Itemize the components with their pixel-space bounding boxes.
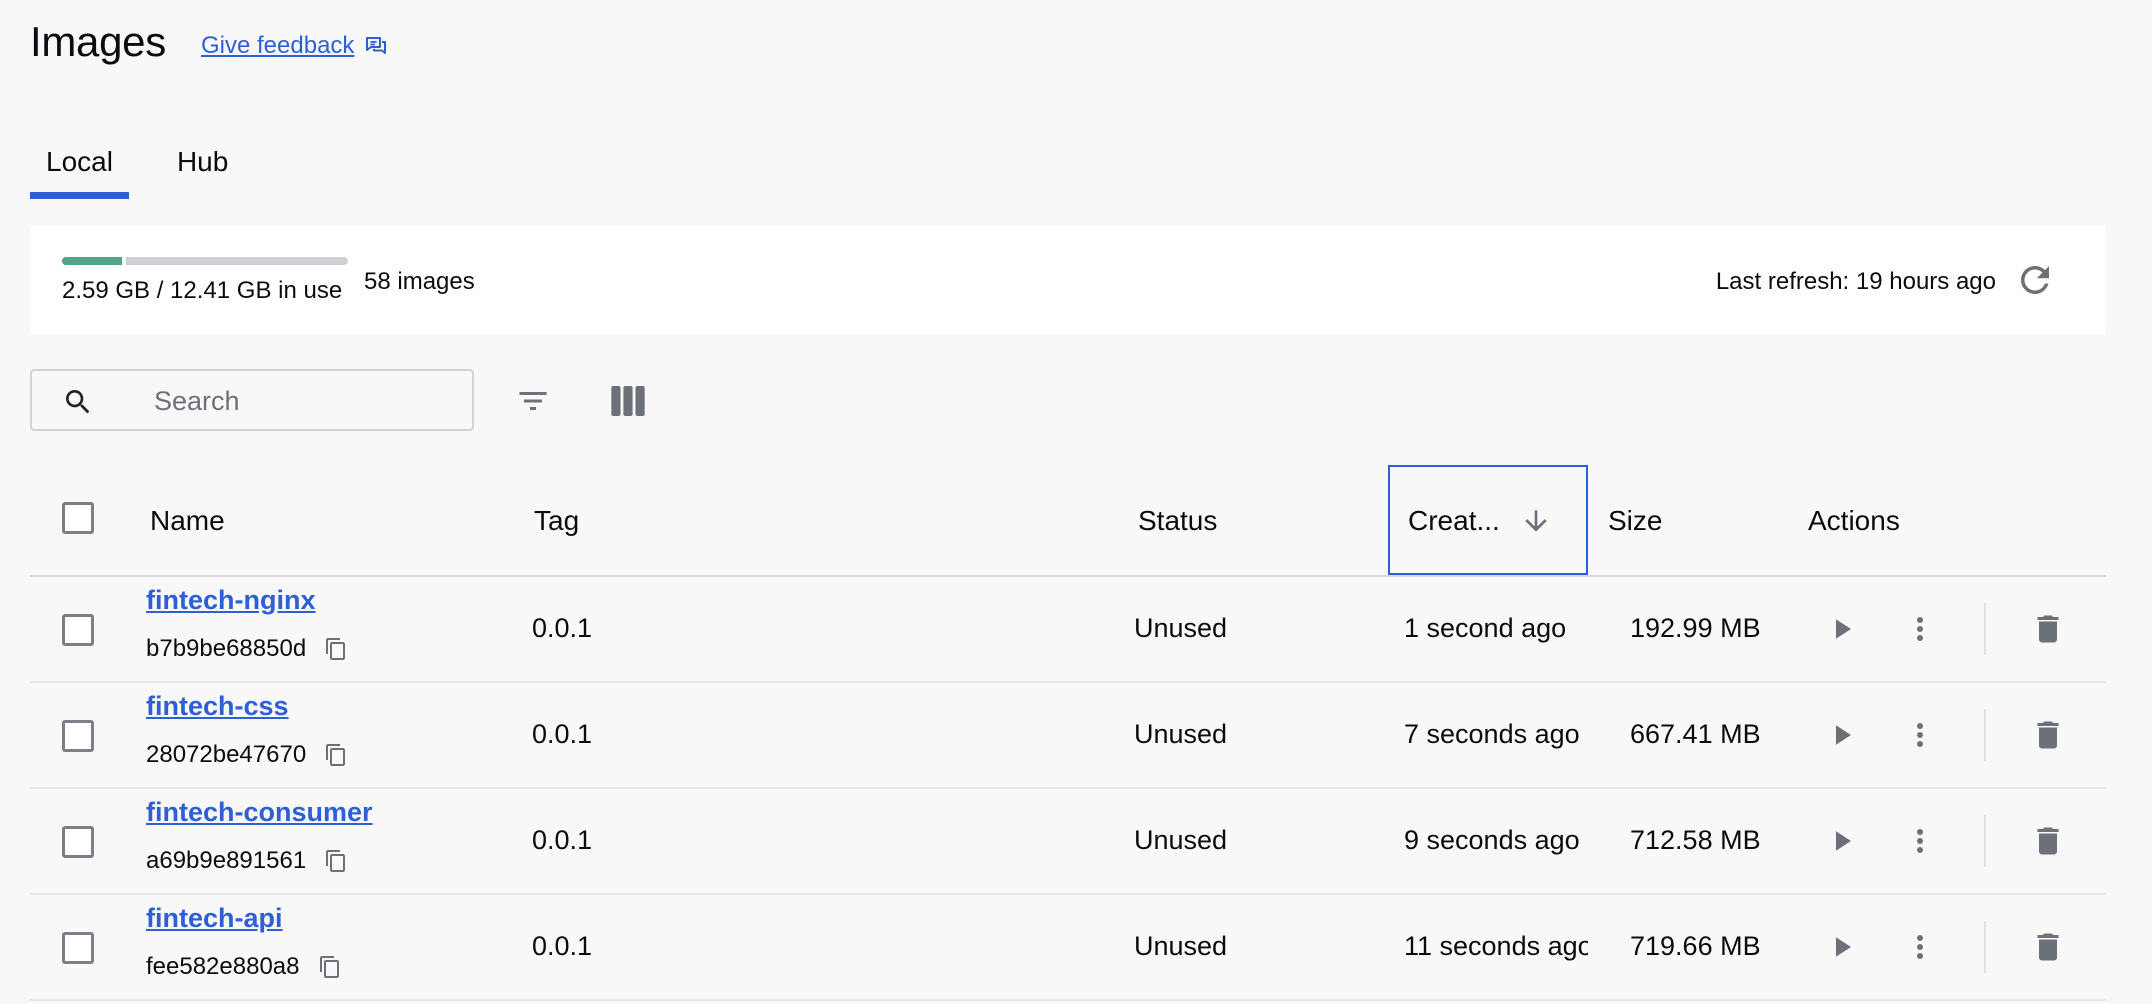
image-name-link[interactable]: fintech-api [146,903,283,934]
image-id-text: a69b9e891561 [146,847,307,874]
trash-icon[interactable] [2030,611,2066,647]
table-row: fintech-api fee582e880a8 0.0.1 Unused 11… [30,895,2106,1001]
trash-icon[interactable] [2030,929,2066,965]
row-checkbox[interactable] [62,826,94,858]
give-feedback-link[interactable]: Give feedback [201,32,388,60]
image-created: 9 seconds ago [1404,825,1580,855]
image-id: 28072be47670 [146,741,348,769]
image-status: Unused [1134,719,1228,749]
tab-hub[interactable]: Hub [161,136,244,199]
image-id-text: b7b9be68850d [146,635,307,662]
more-vertical-icon[interactable] [1902,611,1938,647]
actions-divider [1984,709,1986,761]
image-status: Unused [1134,825,1228,855]
arrow-down-icon [1525,510,1547,532]
image-id: b7b9be68850d [146,635,348,663]
select-all-checkbox[interactable] [62,502,94,534]
table-row: fintech-consumer a69b9e891561 0.0.1 Unus… [30,789,2106,895]
row-checkbox[interactable] [62,614,94,646]
play-icon[interactable] [1824,717,1860,753]
images-table: Name Tag Status Creat... Size Actions fi… [30,465,2106,1001]
image-size: 719.66 MB [1630,931,1761,961]
actions-divider [1984,921,1986,973]
image-size: 667.41 MB [1630,719,1761,749]
copy-icon[interactable] [324,743,348,767]
image-tag: 0.0.1 [532,931,593,961]
image-tag: 0.0.1 [532,719,593,749]
actions-divider [1984,815,1986,867]
trash-icon[interactable] [2030,717,2066,753]
image-created: 7 seconds ago [1404,719,1580,749]
play-icon[interactable] [1824,823,1860,859]
image-id: a69b9e891561 [146,847,348,875]
column-header-status[interactable]: Status [1138,505,1217,537]
search-icon [66,390,90,414]
image-name-link[interactable]: fintech-consumer [146,797,373,828]
table-header: Name Tag Status Creat... Size Actions [30,465,2106,577]
play-icon[interactable] [1824,929,1860,965]
image-id-text: fee582e880a8 [146,953,300,980]
play-icon[interactable] [1824,611,1860,647]
image-created: 11 seconds ago [1404,931,1588,961]
disk-usage-bar [62,257,348,265]
image-tag: 0.0.1 [532,613,593,643]
refresh-icon[interactable] [2014,259,2056,301]
columns-icon[interactable] [606,381,650,421]
page-title: Images [30,18,166,65]
give-feedback-label: Give feedback [201,32,355,59]
feedback-icon [366,37,387,54]
copy-icon[interactable] [324,637,348,661]
image-status: Unused [1134,931,1228,961]
image-name-link[interactable]: fintech-nginx [146,585,316,616]
column-header-created-label: Creat... [1408,505,1500,536]
disk-usage-card: 2.59 GB / 12.41 GB in use 58 images Last… [30,225,2106,335]
tab-local[interactable]: Local [30,136,129,199]
search-input[interactable] [152,379,456,423]
image-id-text: 28072be47670 [146,741,307,768]
filter-icon[interactable] [513,383,553,419]
image-name-link[interactable]: fintech-css [146,691,289,722]
search-box [30,369,474,431]
more-vertical-icon[interactable] [1902,929,1938,965]
last-refresh-text: Last refresh: 19 hours ago [1715,268,1996,295]
disk-usage-text: 2.59 GB / 12.41 GB in use [62,277,343,304]
image-size: 192.99 MB [1630,613,1761,643]
column-header-actions: Actions [1808,505,1900,536]
column-header-tag[interactable]: Tag [534,505,579,537]
image-count: 58 images [364,268,475,295]
image-id: fee582e880a8 [146,953,342,981]
row-checkbox[interactable] [62,720,94,752]
column-header-created[interactable]: Creat... [1388,465,1588,575]
more-vertical-icon[interactable] [1902,717,1938,753]
row-checkbox[interactable] [62,932,94,964]
table-row: fintech-nginx b7b9be68850d 0.0.1 Unused … [30,577,2106,683]
actions-divider [1984,603,1986,655]
image-status: Unused [1134,613,1228,643]
disk-usage-bar-fill [62,257,126,265]
copy-icon[interactable] [324,849,348,873]
table-row: fintech-css 28072be47670 0.0.1 Unused 7 … [30,683,2106,789]
column-header-size[interactable]: Size [1608,505,1662,537]
more-vertical-icon[interactable] [1902,823,1938,859]
trash-icon[interactable] [2030,823,2066,859]
tab-bar: Local Hub [30,136,244,199]
image-tag: 0.0.1 [532,825,593,855]
image-created: 1 second ago [1404,613,1567,643]
copy-icon[interactable] [318,955,342,979]
image-size: 712.58 MB [1630,825,1761,855]
column-header-name[interactable]: Name [150,505,225,537]
